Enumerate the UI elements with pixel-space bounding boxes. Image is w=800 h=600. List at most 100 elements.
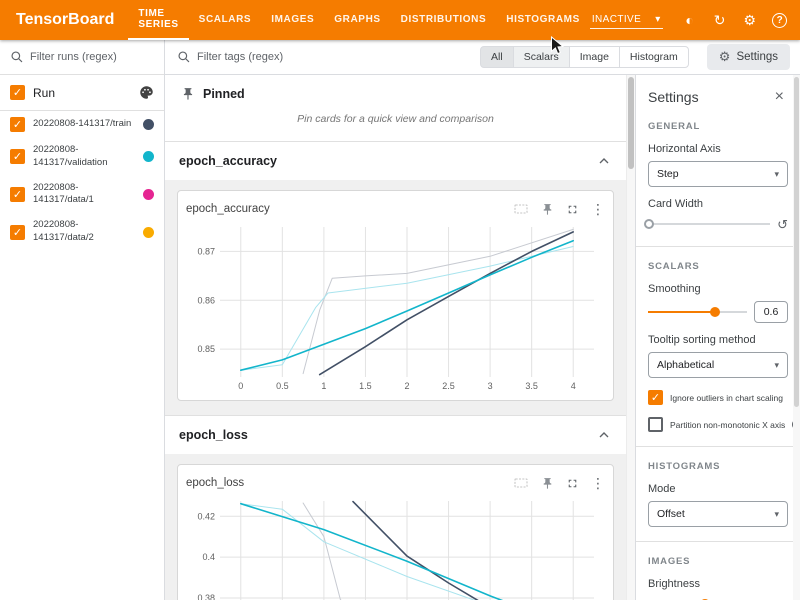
histogram-mode-label: Mode (648, 483, 788, 495)
run-checkbox[interactable]: ✓ (10, 149, 25, 164)
run-filter-bar (0, 40, 164, 75)
horizontal-axis-label: Horizontal Axis (648, 143, 788, 155)
card-header: epoch_loss ⋮ (186, 471, 605, 495)
section-epoch-loss: epoch_loss epoch_loss (165, 415, 626, 600)
chevron-up-icon[interactable] (596, 153, 612, 169)
run-checkbox[interactable]: ✓ (10, 225, 25, 240)
chip-histogram[interactable]: Histogram (619, 46, 689, 68)
partition-x-axis-checkbox[interactable] (648, 417, 663, 432)
tab-histograms[interactable]: HISTOGRAMS (496, 0, 590, 40)
pinned-title: Pinned (203, 87, 245, 101)
scrollbar-thumb[interactable] (794, 77, 799, 407)
more-options-icon[interactable]: ⋮ (591, 201, 605, 218)
select-all-runs-checkbox[interactable]: ✓ (10, 85, 25, 100)
scalar-card-epoch-accuracy: epoch_accuracy ⋮ 00.511.522.533.540.850.… (177, 190, 614, 401)
fullscreen-icon[interactable] (566, 203, 579, 216)
pin-icon (181, 87, 195, 101)
run-row-train[interactable]: ✓ 20220808-141317/train (0, 111, 164, 138)
fit-domain-icon[interactable] (513, 202, 529, 216)
run-color-dot (143, 227, 154, 238)
run-row-data-1[interactable]: ✓ 20220808-141317/data/1 (0, 176, 164, 214)
cards-scroll-area: Pinned Pin cards for a quick view and co… (165, 75, 635, 600)
svg-text:0.85: 0.85 (197, 344, 215, 354)
svg-text:3: 3 (488, 381, 493, 391)
settings-scrollbar[interactable] (793, 75, 800, 600)
svg-text:2.5: 2.5 (442, 381, 455, 391)
tab-graphs[interactable]: GRAPHS (324, 0, 390, 40)
epoch-loss-chart[interactable]: 00.511.522.533.540.360.380.40.42 (186, 495, 604, 600)
chip-all[interactable]: All (480, 46, 514, 68)
pin-card-icon[interactable] (541, 203, 554, 216)
section-header-epoch-loss[interactable]: epoch_loss (165, 415, 626, 454)
run-color-dot (143, 189, 154, 200)
run-checkbox[interactable]: ✓ (10, 187, 25, 202)
card-title: epoch_accuracy (186, 203, 270, 215)
tab-images[interactable]: IMAGES (261, 0, 324, 40)
ignore-outliers-checkbox[interactable]: ✓ (648, 390, 663, 405)
smoothing-value-input[interactable] (754, 301, 788, 323)
reset-icon[interactable]: ↺ (777, 218, 788, 231)
horizontal-axis-select[interactable]: Step ▾ (648, 161, 788, 187)
tooltip-sorting-label: Tooltip sorting method (648, 334, 788, 346)
more-options-icon[interactable]: ⋮ (591, 475, 605, 492)
main-nav: TIME SERIES SCALARS IMAGES GRAPHS DISTRI… (128, 0, 589, 40)
search-icon (10, 50, 24, 64)
run-color-dot (143, 119, 154, 130)
runs-header-row: ✓ Run (0, 75, 164, 111)
check-icon: ✓ (13, 118, 22, 131)
runs-header-label: Run (33, 86, 131, 100)
fit-domain-icon[interactable] (513, 476, 529, 490)
svg-text:0.42: 0.42 (197, 511, 215, 521)
palette-icon[interactable] (139, 85, 154, 100)
histogram-mode-select[interactable]: Offset ▾ (648, 501, 788, 527)
card-width-slider[interactable] (648, 216, 770, 232)
fullscreen-icon[interactable] (566, 477, 579, 490)
smoothing-slider[interactable] (648, 304, 747, 320)
pinned-header: Pinned (165, 75, 626, 107)
section-header-epoch-accuracy[interactable]: epoch_accuracy (165, 142, 626, 180)
scrollbar-thumb[interactable] (628, 77, 634, 169)
tooltip-sorting-select[interactable]: Alphabetical ▾ (648, 352, 788, 378)
close-icon[interactable]: × (771, 87, 788, 107)
theme-toggle-icon[interactable]: ◐ (677, 7, 703, 33)
check-icon: ✓ (13, 150, 22, 163)
section-title: epoch_accuracy (179, 154, 277, 168)
svg-text:0.87: 0.87 (197, 246, 215, 256)
chip-image[interactable]: Image (569, 46, 620, 68)
run-row-validation[interactable]: ✓ 20220808-141317/validation (0, 138, 164, 176)
run-filter-input[interactable] (30, 51, 140, 63)
svg-text:3.5: 3.5 (525, 381, 538, 391)
tag-filter-input[interactable] (197, 51, 317, 63)
divider (636, 446, 800, 447)
reload-status-select[interactable]: INACTIVE ▾ (590, 11, 663, 29)
settings-panel-title: Settings (648, 89, 699, 105)
selected-value: Offset (657, 508, 685, 520)
help-icon[interactable]: ? (767, 7, 793, 33)
refresh-icon[interactable]: ↻ (707, 7, 733, 33)
slider-thumb[interactable] (644, 219, 654, 229)
card-toolbar: ⋮ (513, 201, 605, 218)
svg-text:4: 4 (571, 381, 576, 391)
main-scrollbar[interactable] (626, 75, 635, 600)
svg-text:0.86: 0.86 (197, 295, 215, 305)
divider (636, 246, 800, 247)
pin-card-icon[interactable] (541, 477, 554, 490)
gear-icon[interactable]: ⚙ (737, 7, 763, 33)
tag-type-filter-chips: All Scalars Image Histogram (480, 46, 689, 68)
tab-scalars[interactable]: SCALARS (189, 0, 262, 40)
tab-distributions[interactable]: DISTRIBUTIONS (391, 0, 497, 40)
slider-thumb[interactable] (710, 307, 720, 317)
svg-text:1.5: 1.5 (359, 381, 372, 391)
brightness-slider[interactable] (648, 596, 770, 600)
chevron-up-icon[interactable] (596, 427, 612, 443)
run-row-data-2[interactable]: ✓ 20220808-141317/data/2 (0, 213, 164, 251)
chevron-down-icon: ▾ (774, 509, 779, 520)
svg-text:0.38: 0.38 (197, 593, 215, 600)
settings-button[interactable]: ⚙ Settings (707, 44, 790, 70)
run-checkbox[interactable]: ✓ (10, 117, 25, 132)
tab-time-series[interactable]: TIME SERIES (128, 0, 188, 40)
epoch-accuracy-chart[interactable]: 00.511.522.533.540.850.860.87 (186, 221, 604, 393)
chip-scalars[interactable]: Scalars (513, 46, 570, 68)
divider (636, 541, 800, 542)
runs-sidebar: ✓ Run ✓ 20220808-141317/train ✓ 20220808… (0, 40, 165, 600)
